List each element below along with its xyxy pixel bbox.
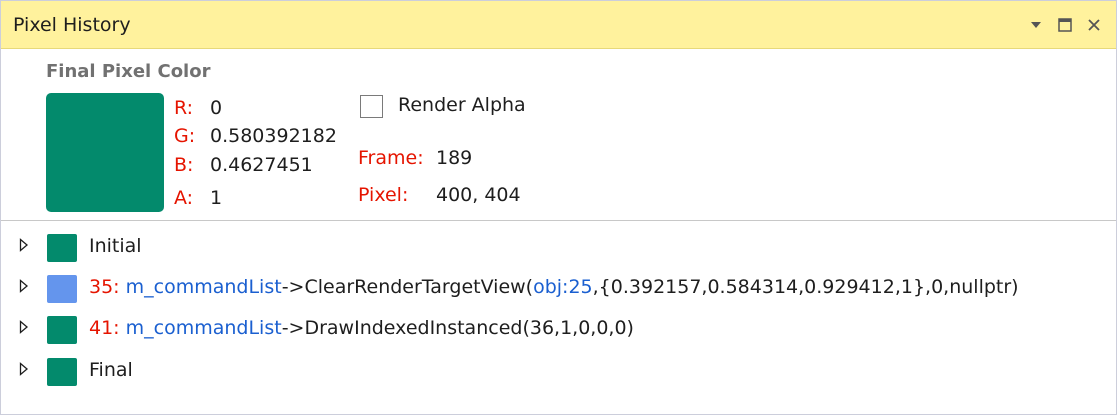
pixel-key: Pixel:: [358, 184, 409, 206]
event-call-object-link[interactable]: obj:25: [533, 276, 593, 298]
expand-arrow-icon[interactable]: [17, 277, 31, 295]
history-event-final[interactable]: Final: [1, 357, 1116, 387]
event-call-text: 41: m_commandList->DrawIndexedInstanced(…: [89, 317, 634, 339]
section-divider: [1, 220, 1116, 221]
window-position-dropdown-button[interactable]: [1024, 13, 1048, 37]
event-arrow: ->: [281, 317, 305, 339]
pixel-value: 400, 404: [436, 184, 521, 206]
event-number: 41:: [89, 317, 120, 339]
event-object: m_commandList: [125, 317, 282, 339]
final-pixel-color-swatch: [46, 93, 164, 212]
event-arrow: ->: [281, 276, 305, 298]
event-color-swatch: [47, 316, 77, 344]
channel-g-key: G:: [174, 125, 196, 147]
frame-value: 189: [436, 147, 473, 169]
maximize-icon: [1058, 18, 1072, 32]
frame-info: Frame: 189: [358, 147, 472, 169]
title-bar: Pixel History: [1, 1, 1116, 49]
channel-r: R: 0: [174, 95, 222, 121]
channel-b-value: 0.4627451: [210, 154, 313, 176]
history-event-clear[interactable]: 35: m_commandList->ClearRenderTargetView…: [1, 274, 1116, 304]
event-color-swatch: [47, 275, 77, 303]
chevron-down-icon: [1031, 22, 1041, 28]
pixel-info: Pixel: 400, 404: [358, 184, 521, 206]
history-event-initial[interactable]: Initial: [1, 233, 1116, 263]
maximize-button[interactable]: [1053, 13, 1077, 37]
channel-a: A: 1: [174, 185, 222, 211]
event-label: Initial: [89, 235, 142, 257]
channel-a-key: A:: [174, 187, 194, 209]
channel-r-key: R:: [174, 97, 194, 119]
render-alpha-checkbox[interactable]: [360, 95, 383, 118]
pixel-history-window: Pixel History Final Pixel Color R: 0 G: 0.…: [0, 0, 1117, 415]
close-icon: [1088, 19, 1100, 31]
expand-arrow-icon[interactable]: [17, 318, 31, 336]
expand-arrow-icon[interactable]: [17, 360, 31, 378]
history-event-draw[interactable]: 41: m_commandList->DrawIndexedInstanced(…: [1, 315, 1116, 345]
channel-b-key: B:: [174, 154, 194, 176]
channel-b: B: 0.4627451: [174, 152, 313, 178]
event-color-swatch: [47, 358, 77, 386]
close-button[interactable]: [1082, 13, 1106, 37]
event-label: Final: [89, 359, 133, 381]
channel-a-value: 1: [210, 187, 223, 209]
event-color-swatch: [47, 234, 77, 262]
event-call-prefix: DrawIndexedInstanced(36,1,0,0,0): [304, 317, 634, 339]
event-object: m_commandList: [125, 276, 282, 298]
channel-r-value: 0: [210, 97, 223, 119]
window-title: Pixel History: [13, 14, 131, 36]
expand-arrow-icon[interactable]: [17, 236, 31, 254]
channel-g: G: 0.580392182: [174, 123, 337, 149]
frame-key: Frame:: [358, 147, 424, 169]
event-call-suffix: ,{0.392157,0.584314,0.929412,1},0,nullpt…: [592, 276, 1019, 298]
event-call-text: 35: m_commandList->ClearRenderTargetView…: [89, 276, 1019, 298]
channel-g-value: 0.580392182: [210, 125, 337, 147]
event-number: 35:: [89, 276, 120, 298]
event-call-prefix: ClearRenderTargetView(: [304, 276, 534, 298]
final-pixel-color-label: Final Pixel Color: [46, 61, 211, 82]
render-alpha-label[interactable]: Render Alpha: [398, 94, 526, 116]
